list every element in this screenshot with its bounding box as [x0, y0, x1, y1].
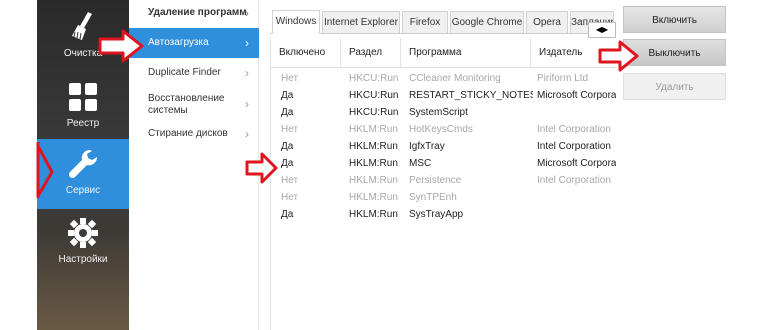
column-key[interactable]: Раздел	[341, 38, 401, 68]
cell-program: HotKeysCmds	[409, 124, 473, 135]
gear-icon	[68, 218, 98, 248]
cell-program: Persistence	[409, 175, 462, 186]
cell-enabled: Да	[281, 209, 294, 220]
column-enabled[interactable]: Включено	[271, 38, 341, 68]
cell-enabled: Да	[281, 90, 294, 101]
table-row[interactable]: Да HKCU:Run SystemScript	[271, 104, 616, 121]
tab-opera[interactable]: Opera	[526, 11, 568, 33]
cell-program: IgfxTray	[409, 141, 445, 152]
cell-enabled: Нет	[281, 192, 299, 203]
submenu-item-label: Удаление программ	[148, 7, 247, 18]
sidebar-item-registry[interactable]: Реестр	[37, 72, 129, 142]
browser-tabs: Windows Internet Explorer Firefox Google…	[270, 8, 615, 34]
cell-publisher: Intel Corporation	[537, 124, 611, 135]
cell-program: RESTART_STICKY_NOTES	[409, 90, 533, 101]
cell-enabled: Да	[281, 107, 294, 118]
column-program[interactable]: Программа	[401, 38, 531, 68]
delete-button[interactable]: Удалить	[623, 73, 726, 100]
annotation-arrow-icon	[245, 152, 278, 184]
cell-publisher: Intel Corporation	[537, 141, 611, 152]
tab-firefox[interactable]: Firefox	[402, 11, 448, 33]
table-row[interactable]: Да HKLM:Run MSC Microsoft Corporat	[271, 155, 616, 172]
table-row[interactable]: Нет HKLM:Run HotKeysCmds Intel Corporation	[271, 121, 616, 138]
table-row[interactable]: Нет HKLM:Run Persistence Intel Corporation	[271, 172, 616, 189]
annotation-arrow-icon	[36, 142, 54, 198]
cell-key: HKCU:Run	[349, 107, 399, 118]
submenu-item-system-restore[interactable]: Восстановление системы ›	[129, 90, 259, 120]
submenu-item-label: Duplicate Finder	[148, 67, 221, 78]
tools-submenu: Удаление программ › Автозагрузка › Dupli…	[129, 0, 259, 330]
cell-key: HKCU:Run	[349, 73, 399, 84]
cell-enabled: Да	[281, 141, 294, 152]
submenu-item-drive-wiper[interactable]: Стирание дисков ›	[129, 124, 259, 144]
grid-icon	[69, 83, 97, 111]
chevron-right-icon: ›	[245, 127, 249, 141]
left-margin	[0, 0, 37, 330]
sidebar-item-settings[interactable]: Настройки	[37, 208, 129, 278]
submenu-item-label: Стирание дисков	[148, 128, 228, 139]
chevron-right-icon: ›	[245, 97, 249, 111]
annotation-arrow-icon	[598, 40, 639, 72]
cell-key: HKLM:Run	[349, 209, 398, 220]
cell-program: CCleaner Monitoring	[409, 73, 501, 84]
cell-enabled: Нет	[281, 175, 299, 186]
annotation-arrow-icon	[98, 29, 144, 63]
enable-button[interactable]: Включить	[623, 6, 726, 33]
chevron-right-icon: ›	[245, 66, 249, 80]
submenu-item-startup[interactable]: Автозагрузка ›	[129, 28, 259, 58]
submenu-item-label: Восстановление системы	[148, 93, 225, 116]
tab-google-chrome[interactable]: Google Chrome	[450, 11, 524, 33]
cell-key: HKLM:Run	[349, 158, 398, 169]
wrench-icon	[68, 149, 98, 179]
table-header: Включено Раздел Программа Издатель	[271, 38, 616, 68]
broom-icon	[72, 12, 92, 40]
sidebar-item-label: Настройки	[58, 254, 108, 265]
cell-key: HKLM:Run	[349, 141, 398, 152]
cell-publisher: Microsoft Corporat	[537, 90, 616, 101]
cell-program: SynTPEnh	[409, 192, 457, 203]
cell-key: HKCU:Run	[349, 90, 399, 101]
startup-table: Включено Раздел Программа Издатель Нет HK…	[270, 38, 616, 330]
cell-publisher: Microsoft Corporat	[537, 158, 616, 169]
cell-publisher	[537, 206, 616, 223]
chevron-right-icon: ›	[245, 36, 249, 50]
cell-key: HKLM:Run	[349, 124, 398, 135]
cell-enabled: Нет	[281, 73, 299, 84]
submenu-item-duplicate-finder[interactable]: Duplicate Finder ›	[129, 62, 259, 84]
scroll-right-icon[interactable]: ▶	[602, 25, 608, 34]
cell-program: SystemScript	[409, 107, 468, 118]
tab-scroll-buttons[interactable]: ◀▶	[588, 22, 616, 38]
cell-program: SysTrayApp	[409, 209, 464, 220]
cell-publisher	[537, 189, 616, 206]
cell-publisher: Intel Corporation	[537, 175, 611, 186]
table-row[interactable]: Да HKLM:Run IgfxTray Intel Corporation	[271, 138, 616, 155]
submenu-item-label: Автозагрузка	[148, 37, 209, 48]
table-row[interactable]: Нет HKLM:Run SynTPEnh	[271, 189, 616, 206]
table-row[interactable]: Да HKLM:Run SysTrayApp	[271, 206, 616, 223]
sidebar-item-label: Реестр	[66, 118, 100, 129]
tab-internet-explorer[interactable]: Internet Explorer	[322, 11, 400, 33]
cell-publisher	[537, 104, 616, 121]
chevron-right-icon: ›	[245, 6, 249, 20]
table-row[interactable]: Нет HKCU:Run CCleaner Monitoring Piriform L…	[271, 70, 616, 87]
tab-windows[interactable]: Windows	[272, 10, 320, 34]
submenu-item-uninstall[interactable]: Удаление программ ›	[129, 0, 259, 28]
cell-enabled: Нет	[281, 124, 299, 135]
cell-key: HKLM:Run	[349, 175, 398, 186]
cell-key: HKLM:Run	[349, 192, 398, 203]
cell-enabled: Да	[281, 158, 294, 169]
cell-program: MSC	[409, 158, 432, 169]
table-row[interactable]: Да HKCU:Run RESTART_STICKY_NOTES Microsoft …	[271, 87, 616, 104]
